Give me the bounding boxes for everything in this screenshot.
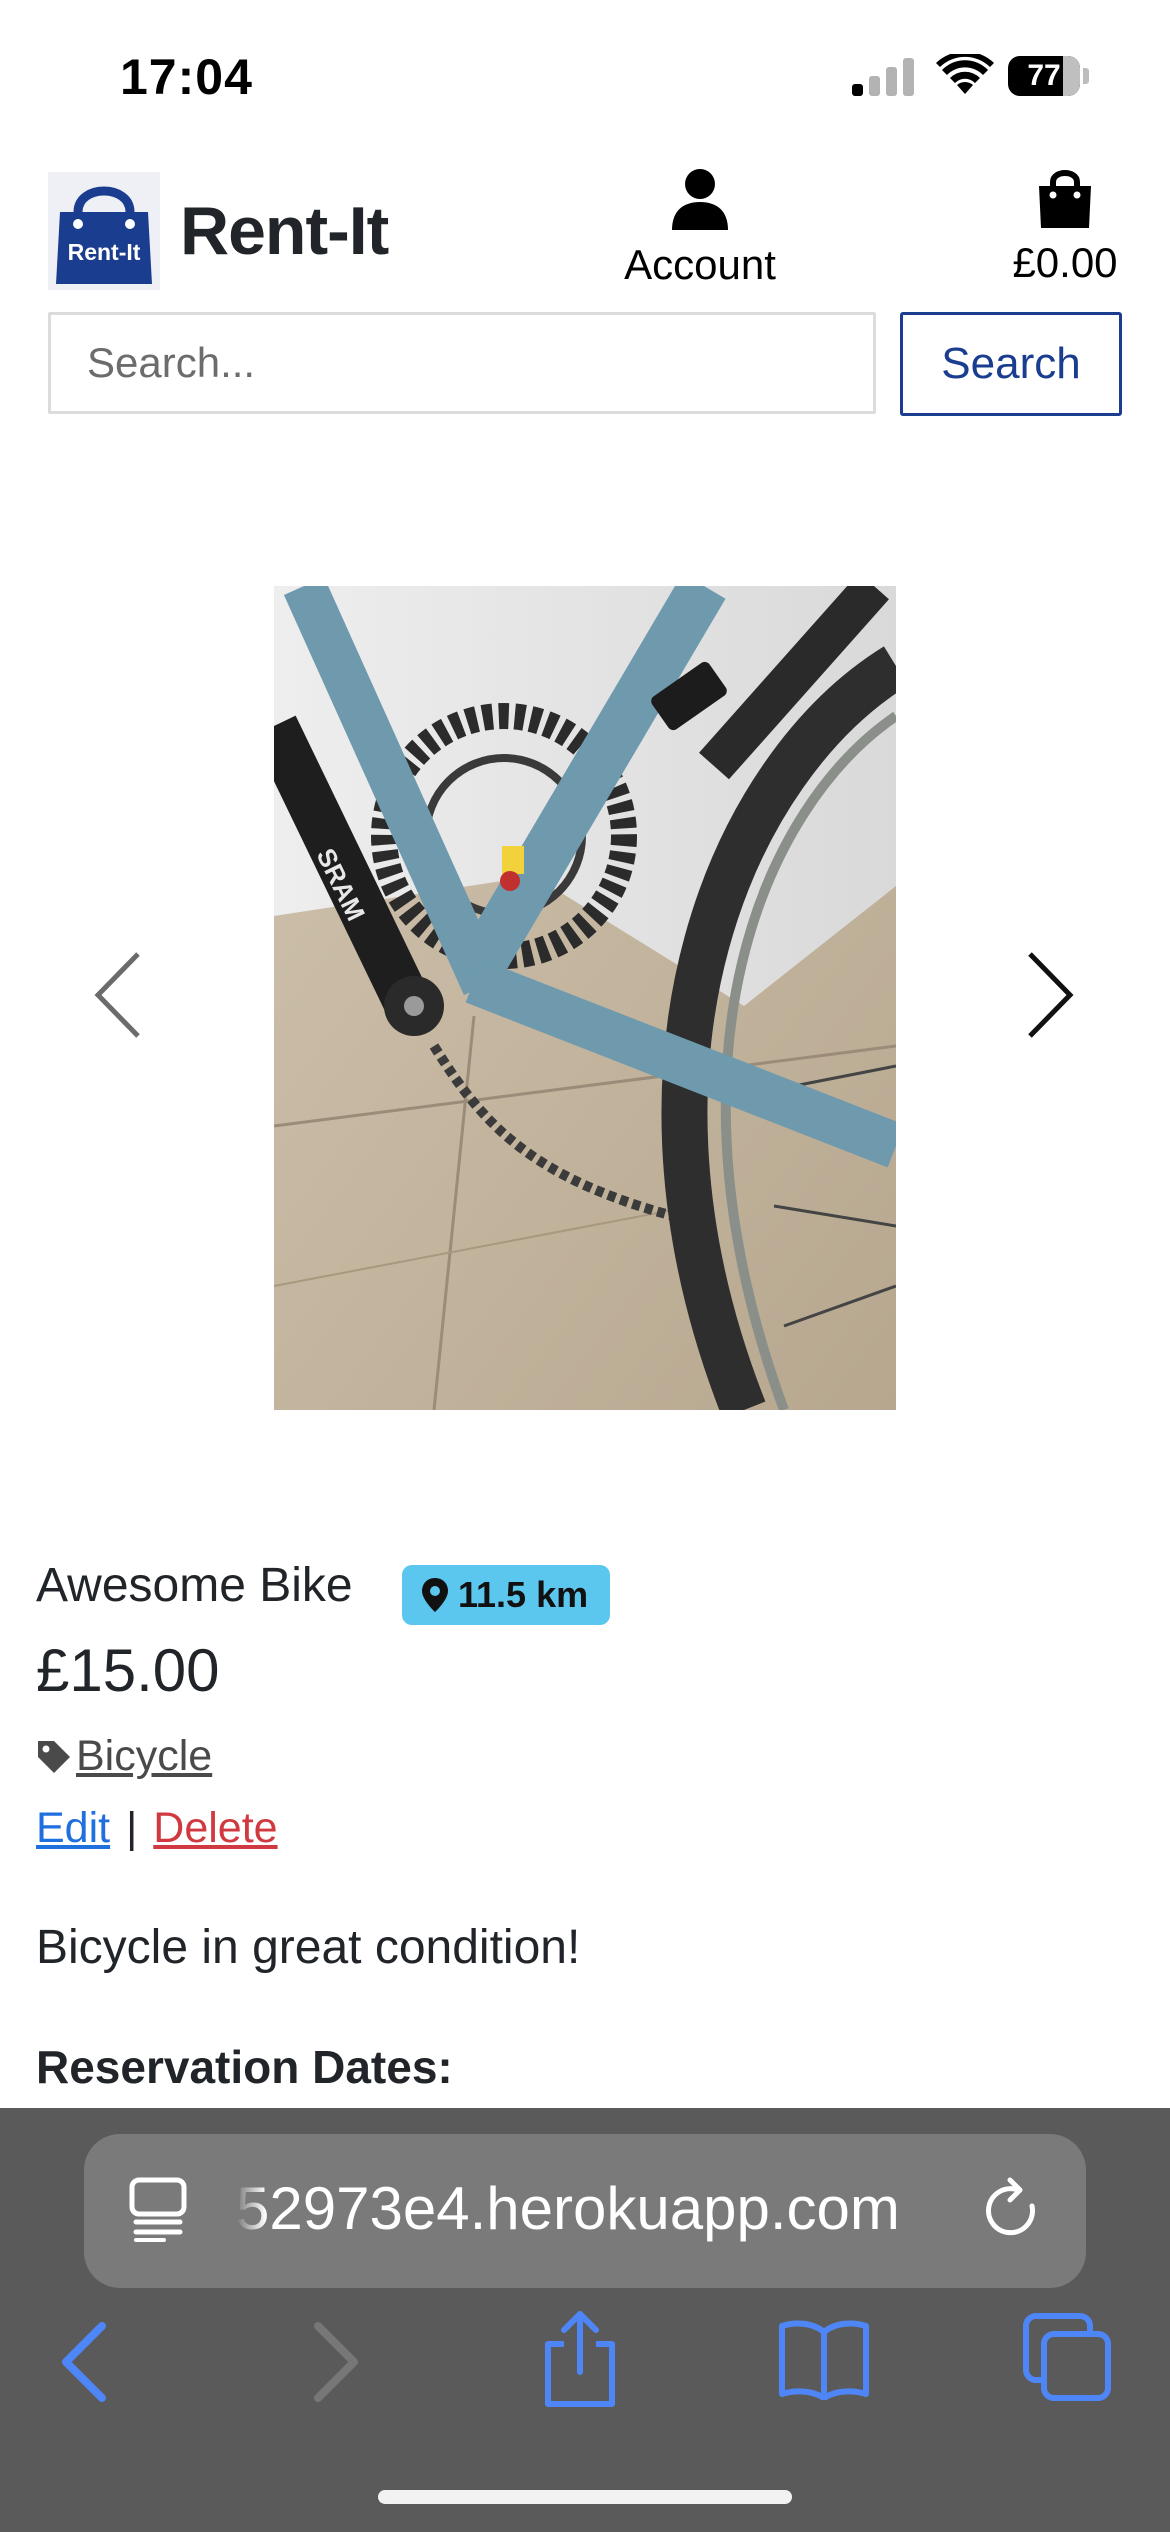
forward-icon[interactable] bbox=[308, 2320, 364, 2404]
distance-badge: 11.5 km bbox=[402, 1565, 611, 1625]
url-text[interactable]: 52973e4.herokuapp.com bbox=[236, 2174, 936, 2243]
rent-it-logo[interactable]: Rent-It bbox=[48, 172, 160, 290]
delete-link[interactable]: Delete bbox=[153, 1804, 277, 1853]
reservation-dates-heading: Reservation Dates: bbox=[36, 2041, 453, 2093]
bookmarks-icon[interactable] bbox=[778, 2318, 870, 2400]
cart-total: £0.00 bbox=[1012, 239, 1118, 286]
share-icon[interactable] bbox=[540, 2308, 620, 2408]
back-icon[interactable] bbox=[56, 2320, 112, 2404]
search-input[interactable] bbox=[48, 312, 876, 414]
category-row: Bicycle bbox=[36, 1732, 212, 1781]
status-time: 17:04 bbox=[120, 49, 253, 105]
edit-actions: Edit | Delete bbox=[36, 1804, 278, 1853]
search-button[interactable]: Search bbox=[900, 312, 1122, 416]
map-pin-icon bbox=[422, 1578, 448, 1612]
reload-icon[interactable] bbox=[982, 2176, 1046, 2246]
tabs-icon[interactable] bbox=[1022, 2312, 1114, 2404]
chevron-left-icon[interactable] bbox=[90, 950, 146, 1040]
account-label: Account bbox=[624, 241, 776, 288]
tag-icon bbox=[38, 1740, 70, 1773]
separator: | bbox=[126, 1804, 138, 1852]
chevron-right-icon[interactable] bbox=[1022, 950, 1078, 1040]
category-link[interactable]: Bicycle bbox=[76, 1732, 212, 1781]
product-image: SRAM bbox=[274, 586, 896, 1410]
product-description: Bicycle in great condition! bbox=[36, 1921, 581, 1974]
url-fade bbox=[236, 2174, 266, 2246]
product-price: £15.00 bbox=[36, 1637, 220, 1704]
cart-link[interactable]: £0.00 bbox=[990, 168, 1140, 287]
edit-link[interactable]: Edit bbox=[36, 1804, 110, 1853]
product-title: Awesome Bike bbox=[36, 1559, 353, 1612]
battery-level: 77 bbox=[1027, 59, 1061, 92]
battery-icon: 77 bbox=[1008, 56, 1090, 96]
person-icon bbox=[672, 169, 728, 230]
page-icon[interactable] bbox=[128, 2176, 188, 2242]
shopping-bag-icon bbox=[1039, 170, 1091, 228]
brand-name[interactable]: Rent-It bbox=[180, 192, 389, 270]
distance-label: 11.5 km bbox=[458, 1574, 589, 1615]
home-indicator[interactable] bbox=[378, 2490, 792, 2504]
svg-text:Rent-It: Rent-It bbox=[68, 239, 141, 265]
wifi-icon bbox=[936, 54, 994, 94]
cellular-signal-icon bbox=[852, 58, 914, 96]
account-link[interactable]: Account bbox=[600, 168, 800, 289]
